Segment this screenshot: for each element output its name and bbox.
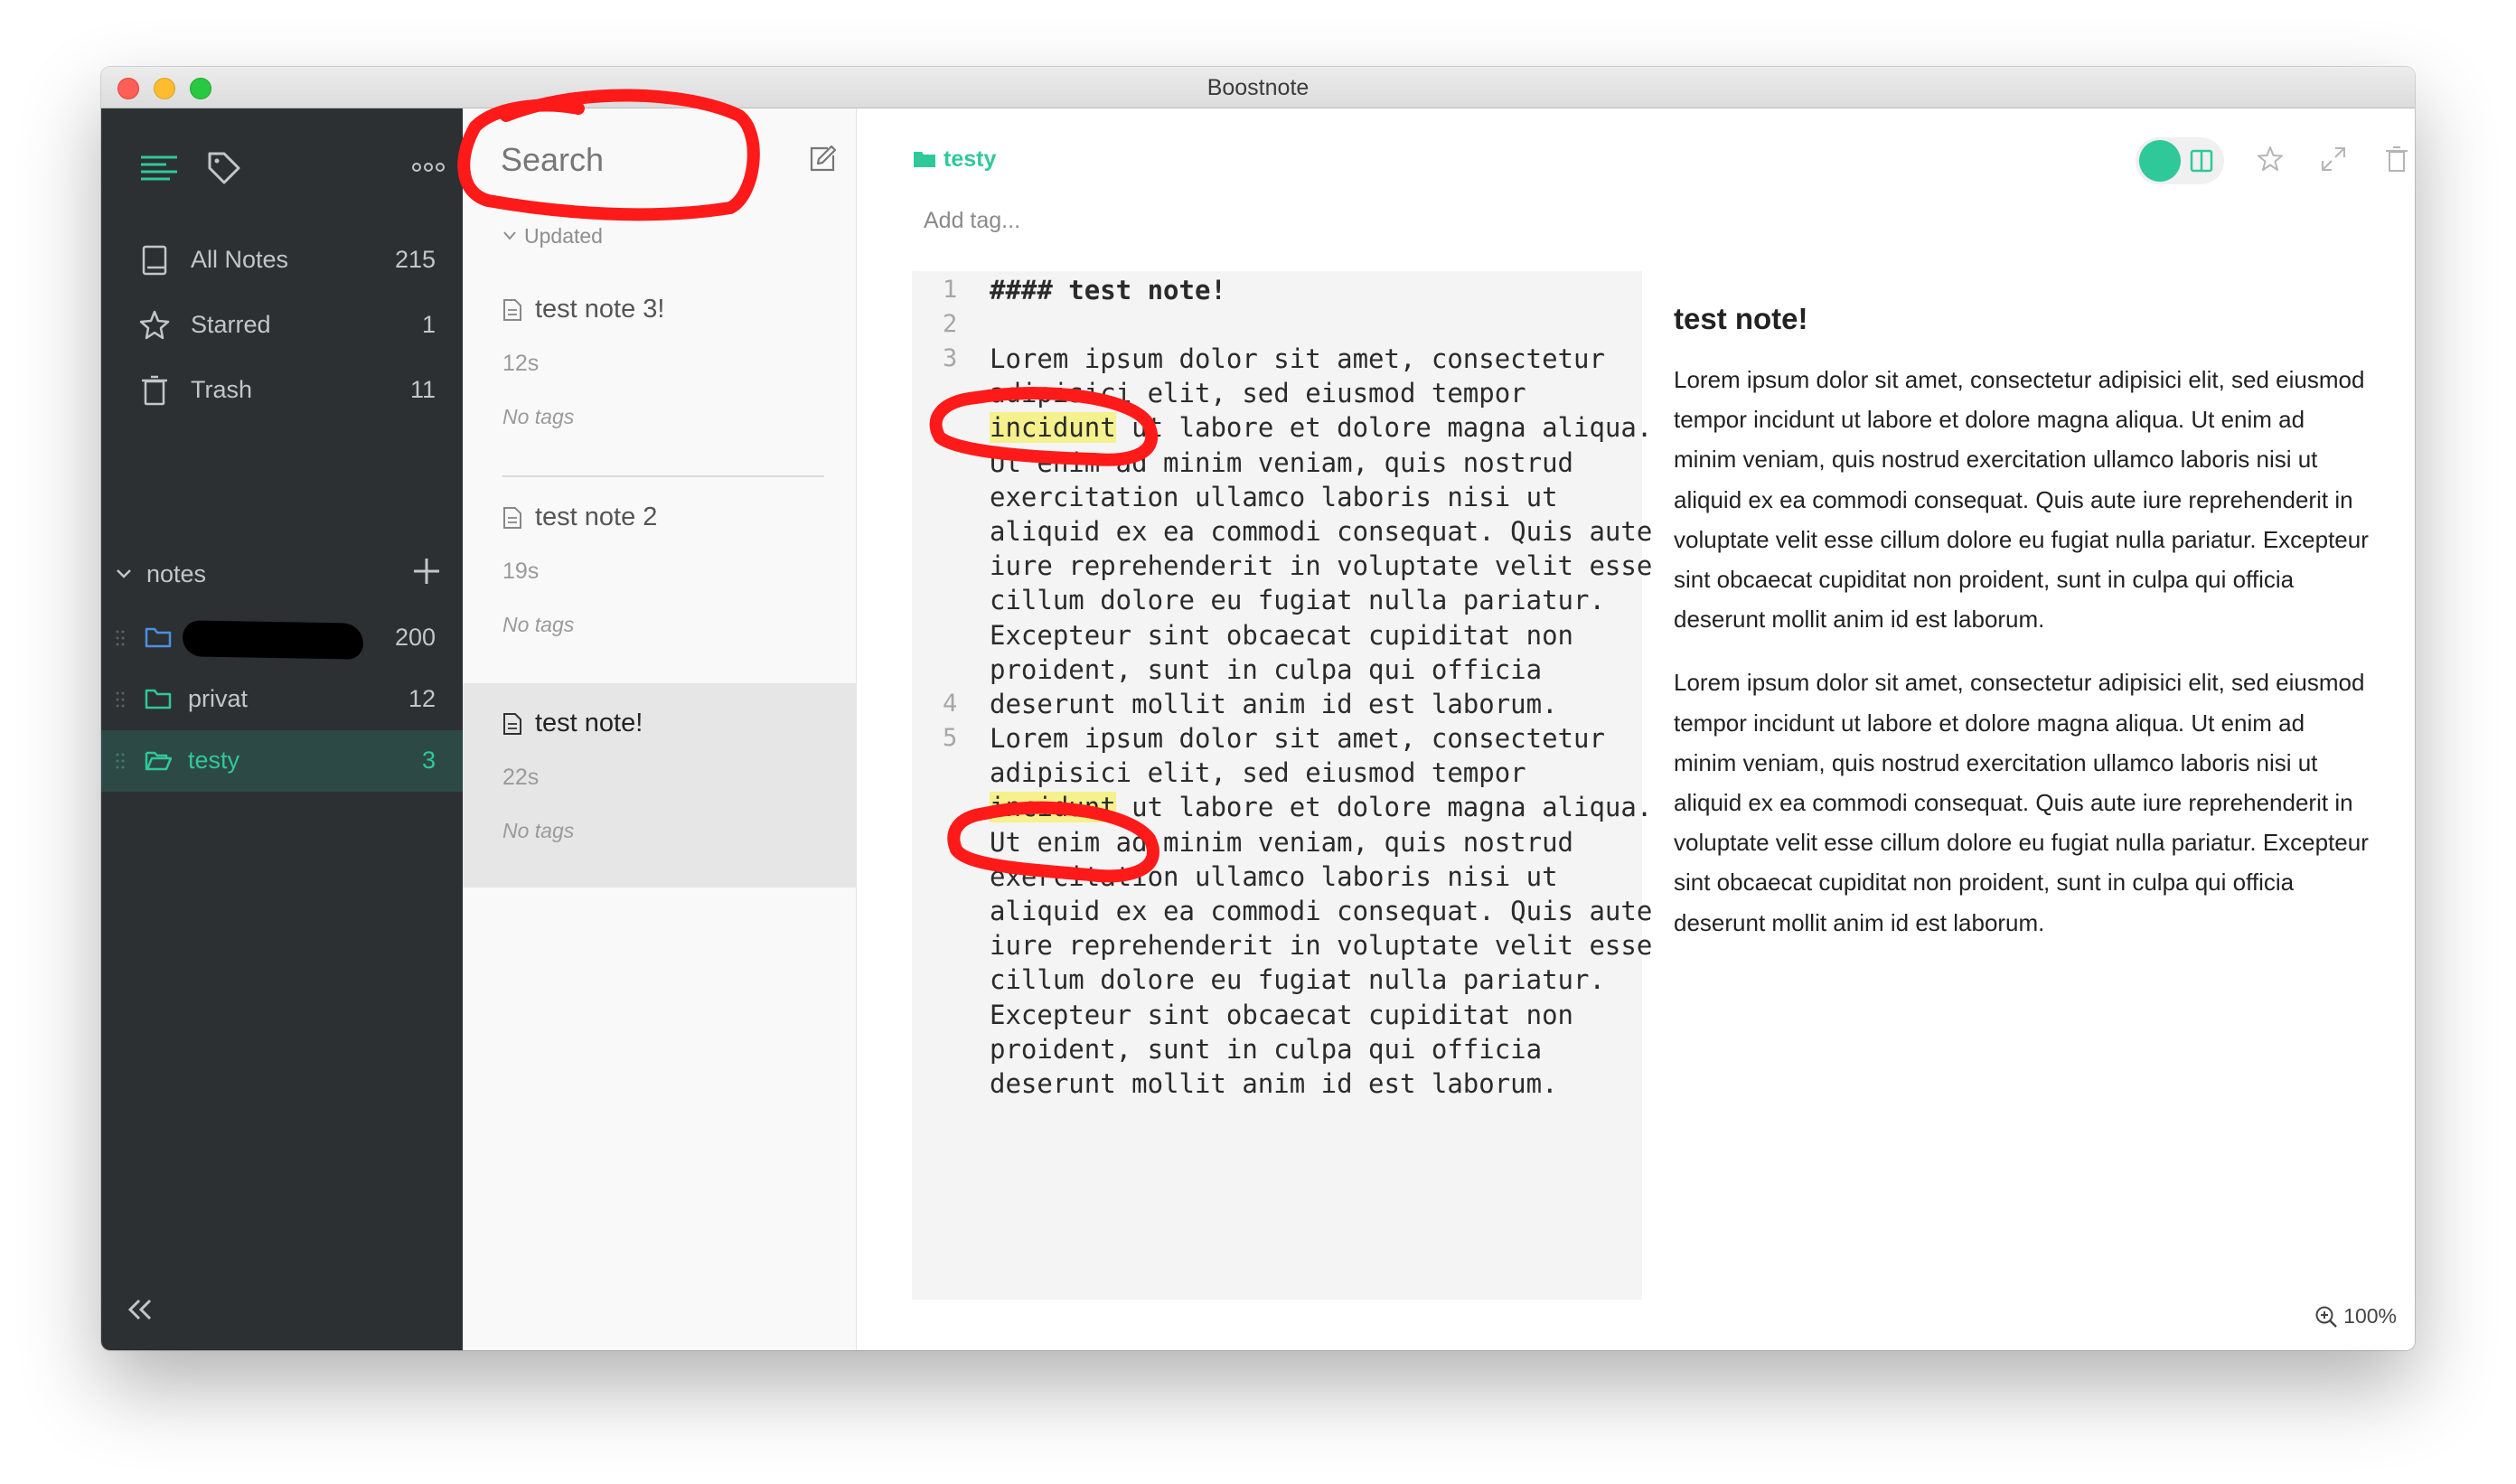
trash-icon [142,375,167,406]
sidebar: All Notes 215 Starred 1 Trash 11 notes 2… [101,108,463,1350]
drag-handle-icon[interactable] [116,690,125,709]
note-item[interactable]: test note 2 19s No tags [463,477,857,681]
line-number: 2 [943,310,958,338]
notes-menu-icon[interactable] [139,154,179,184]
note-time: 22s [502,765,540,790]
folder-name: privat [188,685,249,712]
title-bar: Boostnote [101,67,2415,108]
chevron-down-icon [503,231,516,240]
note-detail: testy Add tag... 1 2 3 4 5 #### test not… [857,108,2415,1350]
line-number: 5 [943,724,958,752]
search-input[interactable]: Search [501,141,604,179]
chevron-down-icon [117,569,131,578]
folder-count: 200 [394,624,436,651]
add-folder-icon[interactable] [412,557,441,586]
drag-handle-icon[interactable] [116,752,125,770]
markdown-preview: test note! Lorem ipsum dolor sit amet, c… [1674,302,2370,966]
storage-name: notes [146,560,207,587]
editor-text: Lorem ipsum dolor sit amet, consectetur … [990,723,1605,789]
note-title: test note 3! [535,295,665,324]
editor-paragraph: Lorem ipsum dolor sit amet, consectetur … [990,342,1652,721]
note-item[interactable]: test note 3! 12s No tags [463,269,857,474]
line-number: 1 [943,276,958,304]
folder-breadcrumb-label: testy [944,146,997,172]
collapse-sidebar-icon[interactable] [127,1298,154,1321]
add-tag-input[interactable]: Add tag... [924,208,1020,234]
preview-heading: test note! [1674,302,1808,335]
fullscreen-icon[interactable] [2319,145,2348,174]
sidebar-item-all-notes[interactable]: All Notes 215 [101,230,463,295]
note-title: test note! [535,709,643,737]
note-icon [503,713,521,735]
folder-icon [145,689,172,709]
line-number: 4 [943,690,958,718]
note-icon [503,507,521,529]
sidebar-item-trash[interactable]: Trash 11 [101,360,463,425]
markdown-editor[interactable]: 1 2 3 4 5 #### test note! Lorem ipsum do… [912,271,1652,1300]
note-time: 19s [502,559,540,584]
tag-icon[interactable] [206,150,242,186]
editor-heading-line: #### test note! [990,275,1226,305]
window-title: Boostnote [1206,75,1310,100]
sidebar-item-label: Trash [191,376,253,403]
sort-dropdown[interactable]: Updated [502,224,603,249]
sidebar-folder-testy[interactable]: testy 3 [101,730,463,792]
sidebar-item-label: Starred [191,311,271,338]
more-options-icon[interactable] [412,161,445,174]
split-view-icon [2190,149,2213,173]
folder-count: 12 [408,685,436,712]
new-note-icon[interactable] [808,143,839,174]
note-list: Search Updated test note 3! 12s No tags … [463,108,923,1350]
search-highlight: incidunt [990,412,1116,444]
folder-icon [145,627,172,648]
zoom-level: 100% [2343,1304,2397,1328]
sidebar-folder-redacted[interactable]: 200 [101,607,463,669]
sort-label: Updated [524,224,603,248]
folder-name: testy [188,747,240,774]
book-icon [142,245,167,276]
folder-breadcrumb[interactable]: testy [913,146,996,173]
sidebar-item-starred[interactable]: Starred 1 [101,295,463,360]
preview-paragraph: Lorem ipsum dolor sit amet, consectetur … [1674,366,2369,634]
editor-text: ut labore et dolore magna aliqua. Ut eni… [990,412,1653,720]
sidebar-item-count: 1 [421,311,436,338]
app-window: Boostnote All Notes 215 Starred 1 Trash [101,67,2415,1350]
sidebar-item-count: 11 [409,376,436,403]
trash-icon[interactable] [2382,145,2411,174]
storage-header[interactable]: notes [101,549,463,600]
star-icon[interactable] [2256,145,2285,174]
sidebar-item-label: All Notes [191,246,289,273]
toggle-knob [2139,140,2181,182]
note-time: 12s [502,351,540,376]
sidebar-item-count: 215 [394,246,436,273]
editor-paragraph: Lorem ipsum dolor sit amet, consectetur … [990,721,1652,1101]
note-tags: No tags [502,819,575,842]
drag-handle-icon[interactable] [116,629,125,647]
note-icon [503,299,521,321]
note-tags: No tags [502,405,575,428]
note-title: test note 2 [535,502,658,531]
line-number: 3 [943,344,958,372]
folder-open-icon [145,751,172,771]
star-icon [139,310,170,340]
note-tags: No tags [502,613,575,636]
folder-count: 3 [421,747,436,774]
zoom-in-icon [2315,1306,2338,1328]
sidebar-folder-privat[interactable]: privat 12 [101,669,463,730]
editor-text: Lorem ipsum dolor sit amet, consectetur … [990,343,1605,409]
preview-paragraph: Lorem ipsum dolor sit amet, consectetur … [1674,669,2369,936]
note-item-selected[interactable]: test note! 22s No tags [463,683,857,888]
search-highlight: incidunt [990,792,1116,823]
redaction-scribble [182,620,364,660]
editor-mode-toggle[interactable] [2136,137,2224,184]
folder-icon [914,152,935,167]
zoom-control[interactable]: 100% [2314,1304,2397,1329]
editor-text: ut labore et dolore magna aliqua. Ut eni… [990,792,1653,1100]
